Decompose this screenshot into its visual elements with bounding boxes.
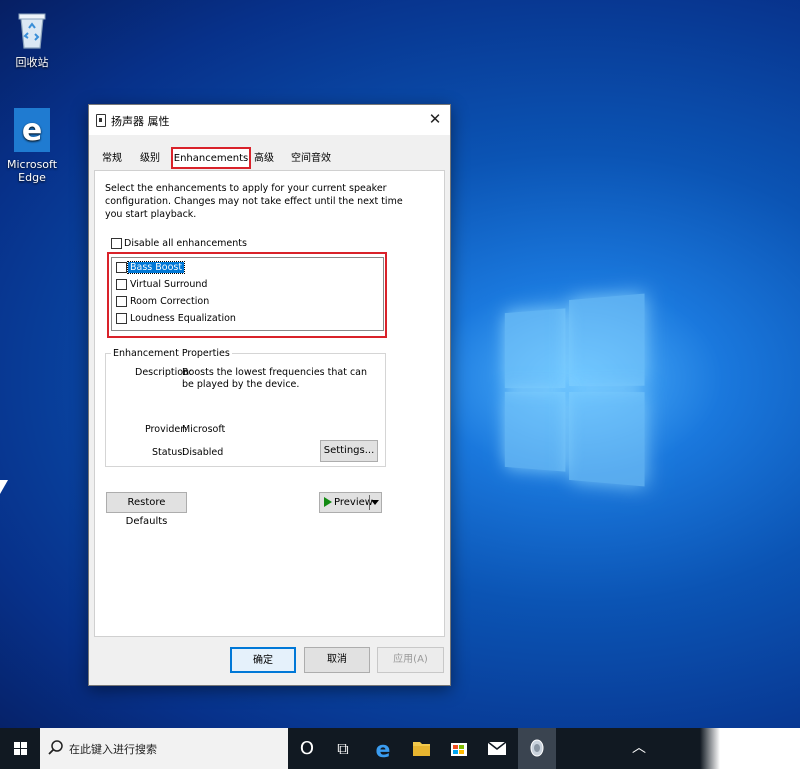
recycle-bin-shortcut[interactable]: 回收站 [1,10,63,69]
loudness-equalization-label[interactable]: Loudness Equalization [130,313,236,325]
virtual-surround-label[interactable]: Virtual Surround [130,279,207,291]
task-view-icon[interactable]: ⧉ [324,728,362,769]
tab-levels[interactable]: 级别 [137,149,163,168]
windows-logo-wallpaper [504,293,645,487]
start-button[interactable] [0,728,40,769]
chevron-down-icon[interactable] [371,493,379,512]
restore-defaults-button[interactable]: Restore Defaults [106,492,187,527]
provider-label: Provider: [145,424,188,435]
svg-text:e: e [376,738,391,763]
close-icon[interactable]: ✕ [426,110,444,128]
description-value: Boosts the lowest frequencies that can b… [182,367,368,390]
speaker-properties-dialog: 扬声器 属性 ✕ 常规 级别 Enhancements 高级 空间音效 Sele… [88,104,451,686]
taskbar: 在此键入进行搜索 O ⧉ e ︿ [0,728,800,769]
play-icon [324,497,332,507]
title-bar[interactable]: 扬声器 属性 ✕ [89,105,450,135]
ok-button[interactable]: 确定 [230,647,296,673]
loudness-equalization-checkbox[interactable] [116,313,127,324]
edge-label: Microsoft Edge [6,158,58,184]
room-correction-label[interactable]: Room Correction [130,296,209,308]
provider-value: Microsoft [182,424,226,435]
status-label: Status: [152,447,186,458]
edge-taskbar-icon[interactable]: e [364,728,402,769]
tab-spatial-sound[interactable]: 空间音效 [289,149,333,168]
search-placeholder: 在此键入进行搜索 [69,743,157,756]
virtual-surround-checkbox[interactable] [116,279,127,290]
mouse-cursor-icon [0,480,8,494]
settings-button[interactable]: Settings... [320,440,378,462]
taskbar-search-box[interactable]: 在此键入进行搜索 [40,728,288,769]
edge-shortcut[interactable]: e Microsoft Edge [1,108,63,184]
bass-boost-label[interactable]: Bass Boost [126,261,186,274]
disable-all-checkbox[interactable] [111,238,122,249]
preview-button[interactable]: Preview [319,492,382,513]
svg-text:e: e [22,113,42,148]
store-icon[interactable] [440,728,478,769]
dialog-title: 扬声器 属性 [111,115,170,128]
preview-label: Preview [334,497,373,508]
instructions-text: Select the enhancements to apply for you… [105,183,403,220]
speaker-icon [96,114,106,127]
apply-button[interactable]: 应用(A) [377,647,444,673]
windows-start-icon [14,742,27,755]
tray-area [700,728,800,769]
bass-boost-checkbox[interactable] [116,262,127,273]
recycle-bin-icon [1,10,63,53]
tab-enhancements[interactable]: Enhancements [171,147,251,169]
search-icon [48,740,63,755]
mail-icon[interactable] [478,728,516,769]
cortana-icon[interactable]: O [288,728,326,769]
tab-general[interactable]: 常规 [99,149,125,168]
disable-all-label[interactable]: Disable all enhancements [124,238,247,250]
room-correction-checkbox[interactable] [116,296,127,307]
recycle-bin-label: 回收站 [15,56,49,69]
speaker-settings-taskbar-icon[interactable] [518,728,556,769]
tab-advanced[interactable]: 高级 [251,149,277,168]
cancel-button[interactable]: 取消 [304,647,370,673]
preview-split-divider [369,495,370,510]
status-value: Disabled [182,447,224,458]
chevron-up-icon[interactable]: ︿ [620,728,658,769]
enhancement-properties-title: Enhancement Properties [111,348,232,359]
file-explorer-icon[interactable] [402,728,440,769]
edge-icon: e [1,108,63,155]
